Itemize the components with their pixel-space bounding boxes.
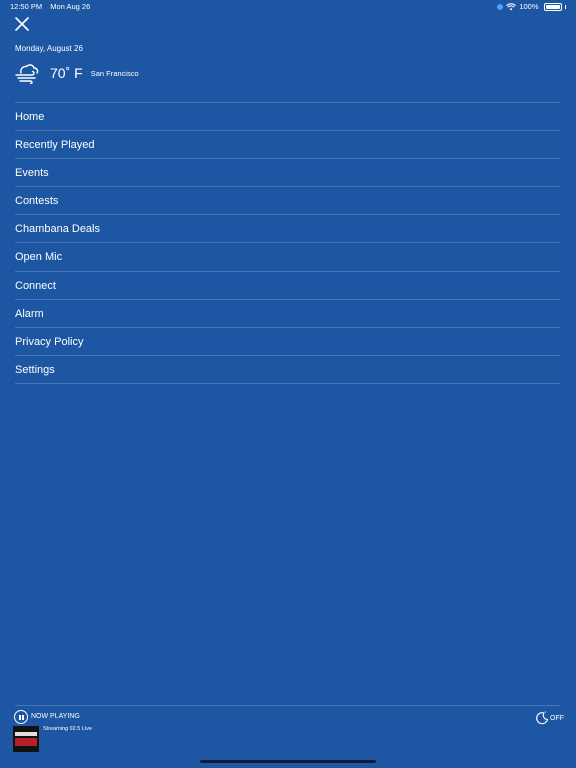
- windy-cloud-icon: [15, 64, 39, 84]
- weather-temperature: 70˚ F: [50, 65, 83, 81]
- battery-percent: 100%: [519, 2, 539, 11]
- close-icon[interactable]: [14, 16, 30, 32]
- player-divider: [15, 705, 560, 706]
- status-bar: 12:50 PM Mon Aug 26 100%: [0, 0, 576, 14]
- menu-item-home[interactable]: Home: [15, 103, 560, 132]
- battery-tip: [564, 5, 566, 9]
- weather-city: San Francisco: [90, 68, 139, 78]
- menu-item-privacy-policy[interactable]: Privacy Policy: [15, 328, 560, 356]
- status-right: 100%: [497, 0, 566, 14]
- status-time: 12:50 PM: [10, 2, 43, 11]
- menu-item-recently-played[interactable]: Recently Played: [15, 131, 560, 160]
- menu-item-alarm[interactable]: Alarm: [15, 300, 560, 328]
- menu-item-connect[interactable]: Connect: [15, 272, 560, 300]
- weather-widget: 70˚ F San Francisco: [14, 62, 139, 84]
- stream-title: Streaming 92.5 Live: [43, 726, 92, 732]
- logo-top-band: [15, 732, 37, 736]
- header-date: Monday, August 26: [15, 44, 83, 53]
- menu-item-contests[interactable]: Contests: [15, 187, 560, 216]
- menu-item-settings[interactable]: Settings: [15, 356, 560, 384]
- close-button[interactable]: [14, 16, 30, 32]
- pause-button[interactable]: [14, 710, 28, 724]
- sleep-timer-button[interactable]: OFF: [535, 711, 564, 725]
- battery-icon: [543, 3, 562, 11]
- location-icon: [497, 4, 504, 10]
- station-logo[interactable]: [13, 726, 39, 752]
- sleep-timer-icon: [536, 711, 549, 725]
- menu-item-events[interactable]: Events: [15, 159, 560, 188]
- nav-menu: Home Recently Played Events Contests Cha…: [15, 102, 560, 384]
- now-playing-label: NOW PLAYING: [31, 713, 80, 720]
- menu-item-open-mic[interactable]: Open Mic: [15, 243, 560, 272]
- sleep-timer-label: OFF: [550, 714, 564, 722]
- status-left: 12:50 PM Mon Aug 26: [10, 0, 96, 14]
- status-date: Mon Aug 26: [50, 2, 91, 11]
- wifi-icon: [506, 3, 517, 11]
- home-indicator[interactable]: [200, 760, 376, 763]
- menu-item-chambana-deals[interactable]: Chambana Deals: [15, 215, 560, 244]
- logo-bottom-band: [15, 738, 37, 746]
